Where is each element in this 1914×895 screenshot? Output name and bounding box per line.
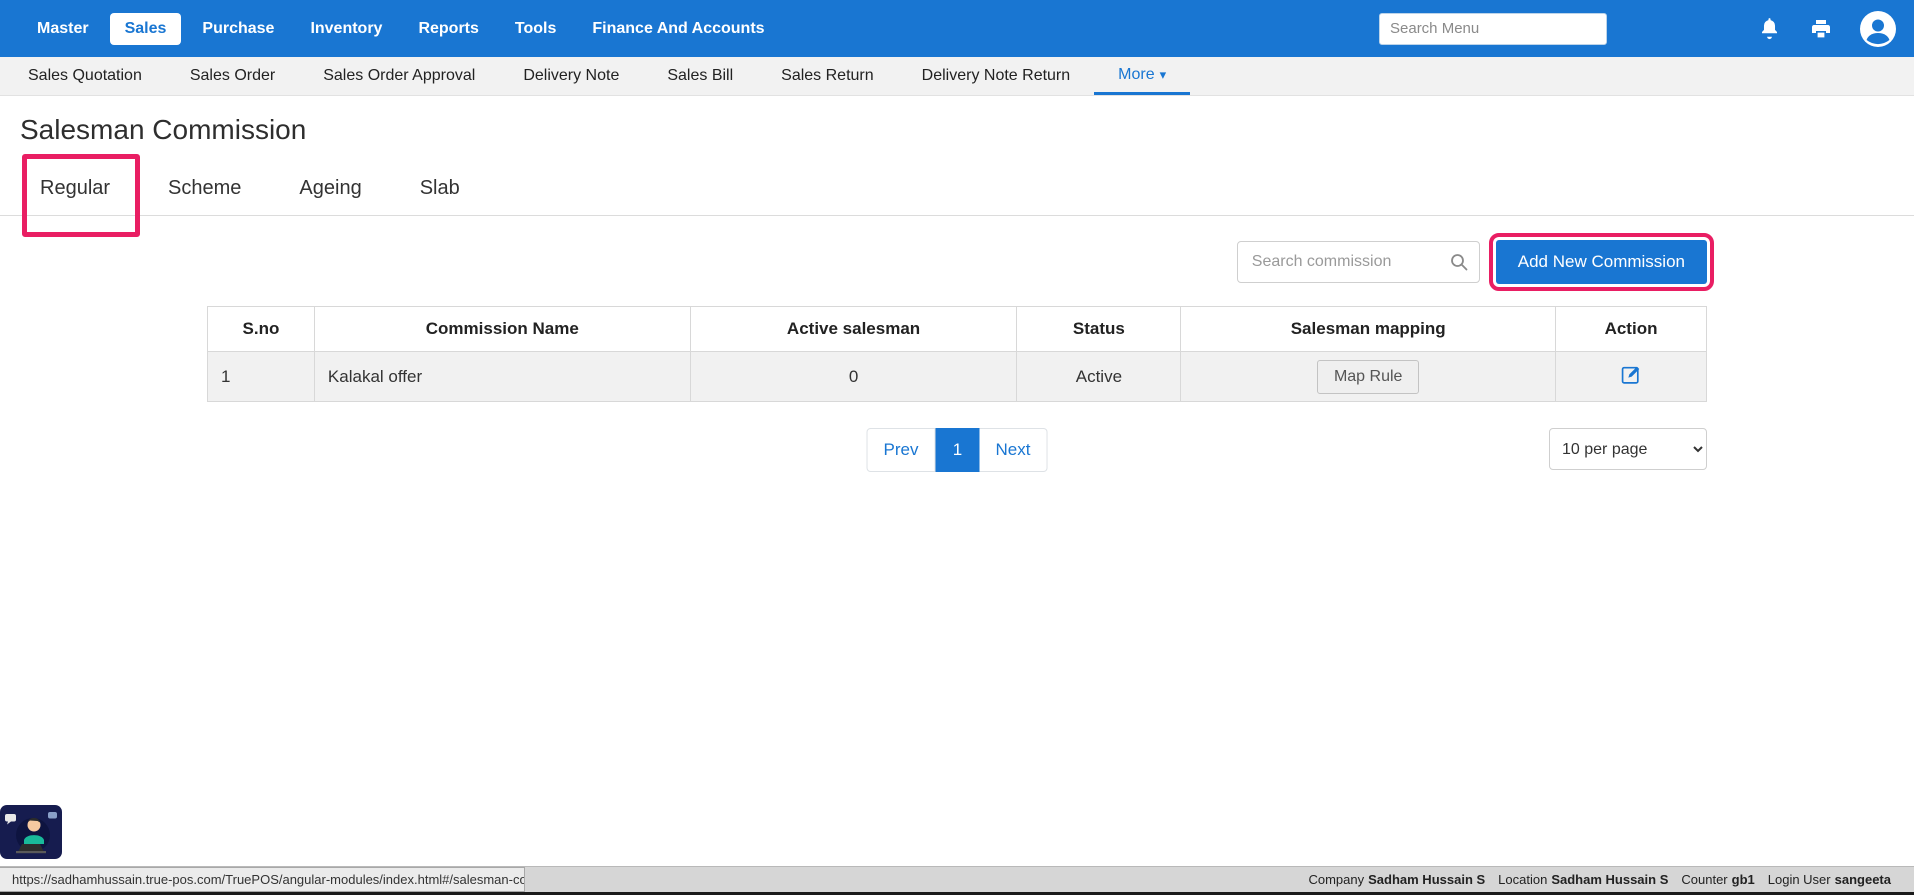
tab-scheme[interactable]: Scheme bbox=[168, 177, 241, 200]
subnav-more-menu[interactable]: More ▾ bbox=[1094, 57, 1190, 95]
cell-sno: 1 bbox=[208, 352, 315, 402]
location-value: Sadham Hussain S bbox=[1551, 872, 1668, 887]
cell-active-salesman: 0 bbox=[690, 352, 1017, 402]
sales-sub-navigation: Sales Quotation Sales Order Sales Order … bbox=[0, 57, 1914, 96]
menu-item-inventory[interactable]: Inventory bbox=[295, 13, 397, 45]
browser-status-url: https://sadhamhussain.true-pos.com/TrueP… bbox=[0, 867, 525, 892]
per-page-select[interactable]: 10 per page bbox=[1549, 428, 1707, 470]
topnav-right-area bbox=[1379, 11, 1900, 47]
cell-status: Active bbox=[1017, 352, 1181, 402]
status-bar: https://sadhamhussain.true-pos.com/TrueP… bbox=[0, 866, 1914, 895]
pagination-page-1-button[interactable]: 1 bbox=[936, 428, 980, 472]
pagination-row: Prev 1 Next 10 per page bbox=[0, 428, 1914, 472]
subnav-sales-quotation[interactable]: Sales Quotation bbox=[4, 57, 166, 95]
edit-commission-button[interactable] bbox=[1621, 364, 1642, 388]
page-title: Salesman Commission bbox=[20, 114, 1914, 146]
pagination: Prev 1 Next bbox=[867, 428, 1048, 472]
header-commission-name: Commission Name bbox=[314, 307, 690, 352]
cell-commission-name: Kalakal offer bbox=[314, 352, 690, 402]
top-navigation-bar: Master Sales Purchase Inventory Reports … bbox=[0, 0, 1914, 57]
menu-item-tools[interactable]: Tools bbox=[500, 13, 571, 45]
commission-search-wrap bbox=[1237, 241, 1480, 283]
cell-salesman-mapping: Map Rule bbox=[1181, 352, 1556, 402]
print-icon[interactable] bbox=[1808, 17, 1834, 41]
company-value: Sadham Hussain S bbox=[1368, 872, 1485, 887]
tab-ageing[interactable]: Ageing bbox=[299, 177, 361, 200]
menu-item-finance-and-accounts[interactable]: Finance And Accounts bbox=[577, 13, 779, 45]
subnav-sales-order[interactable]: Sales Order bbox=[166, 57, 299, 95]
main-menu: Master Sales Purchase Inventory Reports … bbox=[22, 13, 780, 45]
menu-item-purchase[interactable]: Purchase bbox=[187, 13, 289, 45]
header-status: Status bbox=[1017, 307, 1181, 352]
subnav-sales-bill[interactable]: Sales Bill bbox=[643, 57, 757, 95]
menu-item-reports[interactable]: Reports bbox=[403, 13, 493, 45]
notifications-bell-icon[interactable] bbox=[1757, 15, 1782, 42]
counter-label: Counter bbox=[1681, 872, 1727, 887]
login-user-value: sangeeta bbox=[1835, 872, 1891, 887]
commission-table: S.no Commission Name Active salesman Sta… bbox=[207, 306, 1707, 402]
search-icon bbox=[1449, 252, 1469, 272]
subnav-delivery-note-return[interactable]: Delivery Note Return bbox=[898, 57, 1095, 95]
location-label: Location bbox=[1498, 872, 1547, 887]
commission-tabs: Regular Scheme Ageing Slab bbox=[0, 162, 1914, 216]
add-new-commission-button[interactable]: Add New Commission bbox=[1496, 240, 1707, 284]
user-avatar-icon[interactable] bbox=[1860, 11, 1896, 47]
topnav-icons bbox=[1757, 11, 1900, 47]
menu-item-sales[interactable]: Sales bbox=[110, 13, 182, 45]
subnav-delivery-note[interactable]: Delivery Note bbox=[499, 57, 643, 95]
pagination-next-button[interactable]: Next bbox=[980, 428, 1048, 472]
commission-toolbar: Add New Commission bbox=[0, 238, 1914, 286]
tab-regular[interactable]: Regular bbox=[40, 177, 110, 200]
search-menu-input[interactable] bbox=[1379, 13, 1607, 45]
map-rule-button[interactable]: Map Rule bbox=[1317, 360, 1419, 394]
subnav-more-label: More bbox=[1118, 66, 1154, 84]
support-chat-widget[interactable] bbox=[0, 805, 62, 859]
header-action: Action bbox=[1556, 307, 1707, 352]
edit-icon bbox=[1621, 364, 1642, 385]
table-row: 1 Kalakal offer 0 Active Map Rule bbox=[208, 352, 1707, 402]
header-sno: S.no bbox=[208, 307, 315, 352]
header-salesman-mapping: Salesman mapping bbox=[1181, 307, 1556, 352]
cell-action bbox=[1556, 352, 1707, 402]
chevron-down-icon: ▾ bbox=[1160, 67, 1167, 83]
menu-item-master[interactable]: Master bbox=[22, 13, 104, 45]
counter-value: gb1 bbox=[1732, 872, 1755, 887]
company-label: Company bbox=[1308, 872, 1364, 887]
pagination-prev-button[interactable]: Prev bbox=[867, 428, 936, 472]
header-active-salesman: Active salesman bbox=[690, 307, 1017, 352]
search-commission-input[interactable] bbox=[1237, 241, 1480, 283]
subnav-sales-return[interactable]: Sales Return bbox=[757, 57, 898, 95]
table-header-row: S.no Commission Name Active salesman Sta… bbox=[208, 307, 1707, 352]
session-info: Company Sadham Hussain S Location Sadham… bbox=[1308, 872, 1914, 887]
login-user-label: Login User bbox=[1768, 872, 1831, 887]
subnav-sales-order-approval[interactable]: Sales Order Approval bbox=[299, 57, 499, 95]
tab-slab[interactable]: Slab bbox=[420, 177, 460, 200]
